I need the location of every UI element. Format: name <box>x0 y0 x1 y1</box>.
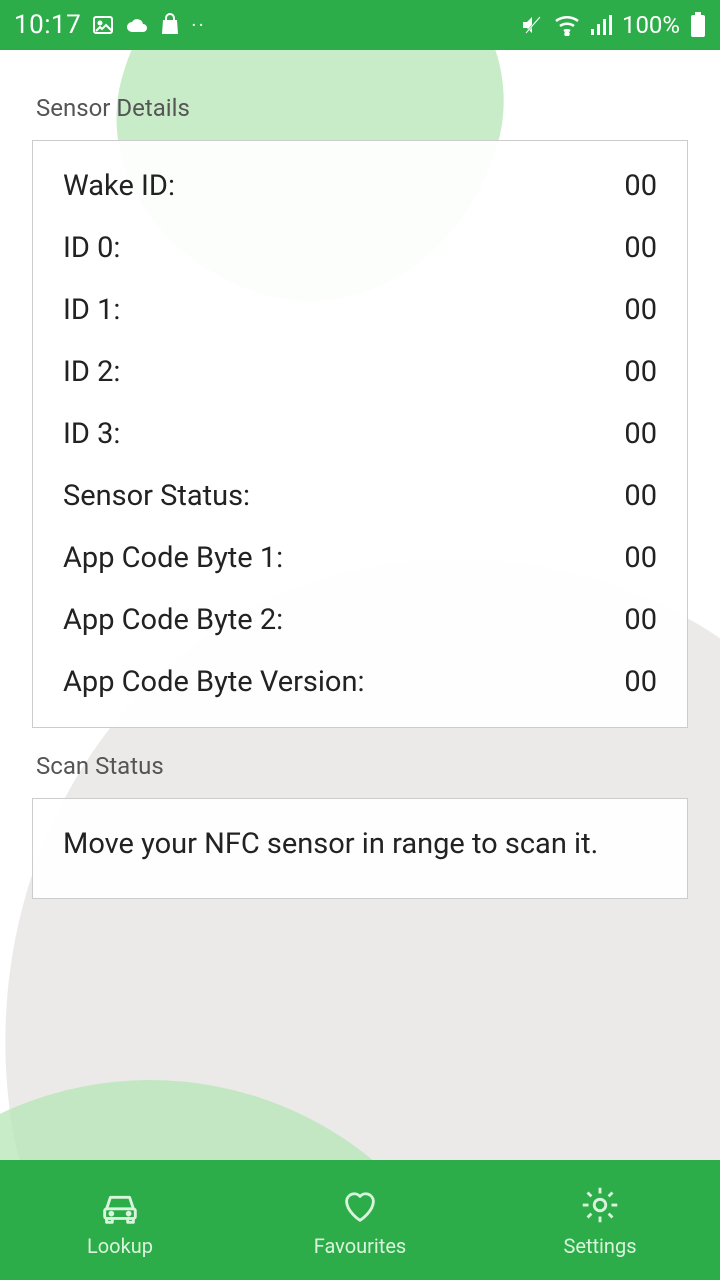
nav-favourites-label: Favourites <box>314 1234 407 1258</box>
cloud-icon <box>125 14 149 36</box>
nav-settings[interactable]: Settings <box>480 1160 720 1280</box>
nav-settings-label: Settings <box>563 1234 636 1258</box>
detail-value: 00 <box>624 603 657 637</box>
battery-percentage: 100% <box>622 11 680 39</box>
detail-label: ID 2: <box>63 355 120 389</box>
detail-value: 00 <box>624 355 657 389</box>
detail-row: ID 2: 00 <box>63 341 657 403</box>
detail-label: App Code Byte 2: <box>63 603 283 637</box>
detail-label: ID 0: <box>63 231 120 265</box>
detail-label: ID 1: <box>63 293 120 327</box>
nav-lookup[interactable]: Lookup <box>0 1160 240 1280</box>
detail-row: Wake ID: 00 <box>63 165 657 217</box>
scan-status-message: Move your NFC sensor in range to scan it… <box>63 825 657 864</box>
detail-label: Wake ID: <box>63 169 175 203</box>
detail-label: App Code Byte 1: <box>63 541 283 575</box>
scan-status-card: Move your NFC sensor in range to scan it… <box>32 798 688 899</box>
detail-row: ID 3: 00 <box>63 403 657 465</box>
detail-row: App Code Byte Version: 00 <box>63 651 657 703</box>
detail-row: ID 0: 00 <box>63 217 657 279</box>
status-time: 10:17 <box>14 10 81 40</box>
car-icon <box>97 1182 143 1228</box>
wifi-icon <box>554 14 580 36</box>
nav-favourites[interactable]: Favourites <box>240 1160 480 1280</box>
detail-value: 00 <box>624 541 657 575</box>
bottom-nav: Lookup Favourites Settings <box>0 1160 720 1280</box>
detail-label: ID 3: <box>63 417 120 451</box>
detail-value: 00 <box>624 169 657 203</box>
battery-icon <box>690 12 706 38</box>
mute-icon <box>520 13 544 37</box>
detail-value: 00 <box>624 665 657 699</box>
detail-value: 00 <box>624 293 657 327</box>
detail-value: 00 <box>624 231 657 265</box>
detail-value: 00 <box>624 417 657 451</box>
status-bar: 10:17 ·· 100% <box>0 0 720 50</box>
heart-icon <box>337 1182 383 1228</box>
shopping-bag-icon <box>159 13 181 37</box>
more-indicator-icon: ·· <box>191 13 205 37</box>
content-area: Sensor Details Wake ID: 00 ID 0: 00 ID 1… <box>0 50 720 1160</box>
detail-row: App Code Byte 1: 00 <box>63 527 657 589</box>
detail-label: App Code Byte Version: <box>63 665 365 699</box>
gear-icon <box>577 1182 623 1228</box>
image-icon <box>91 13 115 37</box>
detail-row: App Code Byte 2: 00 <box>63 589 657 651</box>
sensor-details-card: Wake ID: 00 ID 0: 00 ID 1: 00 ID 2: 00 I… <box>32 140 688 728</box>
detail-row: ID 1: 00 <box>63 279 657 341</box>
scan-status-title: Scan Status <box>36 752 688 780</box>
detail-row: Sensor Status: 00 <box>63 465 657 527</box>
detail-value: 00 <box>624 479 657 513</box>
sensor-details-title: Sensor Details <box>36 94 688 122</box>
nav-lookup-label: Lookup <box>87 1234 153 1258</box>
detail-label: Sensor Status: <box>63 479 250 513</box>
signal-icon <box>590 14 612 36</box>
